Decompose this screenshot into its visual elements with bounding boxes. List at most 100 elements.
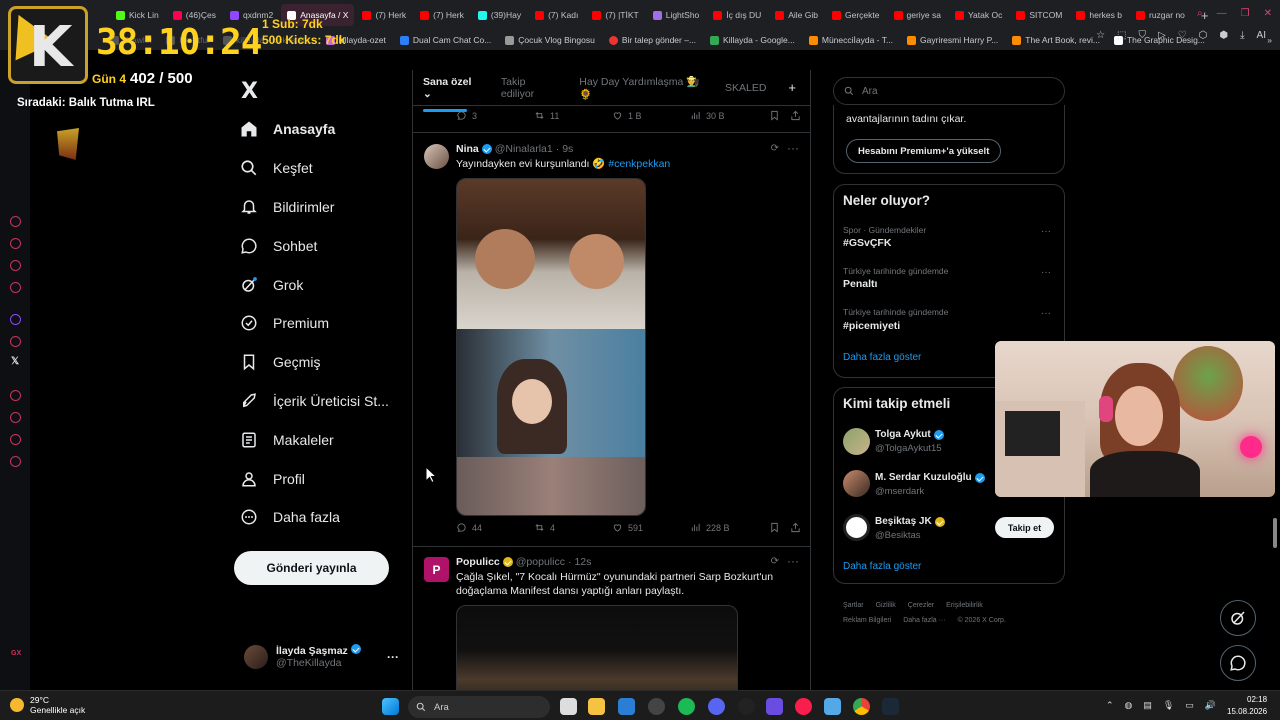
x-sidebar-icon[interactable]: 𝕏 <box>11 356 19 367</box>
browser-tab[interactable]: herkes b <box>1070 4 1128 26</box>
tray-app-icon[interactable]: ▤ <box>1143 700 1152 711</box>
sidebar-icon[interactable] <box>10 336 21 347</box>
bookmark[interactable]: Bir talep gönder –... <box>608 35 696 45</box>
history-icon[interactable] <box>10 412 21 423</box>
more-icon[interactable]: ··· <box>787 554 799 568</box>
download-icon[interactable]: ⤓ <box>1240 30 1244 41</box>
upgrade-premium-button[interactable]: Hesabını Premium+'a yükselt <box>846 139 1002 163</box>
shield-icon[interactable]: ⛉ <box>1138 30 1146 41</box>
tweet-video[interactable] <box>456 178 646 516</box>
footer-link[interactable]: Çerezler <box>908 602 934 609</box>
views-button[interactable]: 30 B <box>690 110 760 121</box>
avatar[interactable] <box>843 470 870 497</box>
grok-explain-icon[interactable]: ⟳ <box>771 556 779 567</box>
nav-articles[interactable]: Makaleler <box>240 420 389 459</box>
grok-button[interactable] <box>1220 600 1256 636</box>
taskbar-clock[interactable]: 02:18 15.08.2026 <box>1227 694 1267 718</box>
tweet[interactable]: P Populicc @populicc · 12s ⟳ ··· Çağla Ş… <box>413 546 810 690</box>
browser-tab[interactable]: (7) Herk <box>414 4 470 26</box>
search-tabs-icon[interactable]: ⌕ <box>1197 8 1203 19</box>
maximize-icon[interactable]: ❐ <box>1241 8 1250 19</box>
steam-icon[interactable] <box>882 698 899 715</box>
minimize-icon[interactable]: — <box>1217 8 1227 19</box>
tab-list[interactable]: Hay Day Yardımlaşma 👨‍🌾🌻 <box>579 75 703 101</box>
footer-link[interactable]: Erişilebilirlik <box>946 602 983 609</box>
mail-icon[interactable] <box>618 698 635 715</box>
close-icon[interactable]: ✕ <box>1264 8 1272 19</box>
bookmark[interactable]: Çocuk Vlog Bingosu <box>505 35 595 45</box>
more-bookmarks-icon[interactable]: » <box>1267 35 1272 45</box>
reply-button[interactable]: 44 <box>456 522 534 533</box>
share-icon[interactable] <box>790 110 801 121</box>
trend-item[interactable]: Penaltı <box>843 278 877 290</box>
post-button[interactable]: Gönderi yayınla <box>234 551 389 585</box>
bookmark[interactable]: Münecciİayda - T... <box>808 35 893 45</box>
heart-icon[interactable]: ♡ <box>1178 30 1187 41</box>
grok-explain-icon[interactable]: ⟳ <box>771 143 779 154</box>
tweet-author[interactable]: Populicc @populicc · 12s <box>456 556 591 568</box>
settings-icon[interactable] <box>10 456 21 467</box>
messages-button[interactable] <box>1220 645 1256 681</box>
browser-tab[interactable]: İç dış DU <box>707 4 767 26</box>
nav-grok[interactable]: Grok <box>240 265 389 304</box>
like-button[interactable]: 591 <box>612 522 690 533</box>
volume-icon[interactable]: 🔊 <box>1205 700 1216 711</box>
ai-button[interactable]: AI <box>1257 30 1266 41</box>
vpn-icon[interactable]: ⬢ <box>1219 30 1228 41</box>
browser-tab[interactable]: (7) |TİKT <box>586 4 644 26</box>
x-logo[interactable]: X <box>241 79 258 104</box>
share-icon[interactable] <box>790 522 801 533</box>
browser-tab[interactable]: (7) Herk <box>356 4 412 26</box>
nav-profile[interactable]: Profil <box>240 459 389 498</box>
opera-gx-icon[interactable] <box>795 698 812 715</box>
avatar[interactable] <box>424 144 449 169</box>
tab-list[interactable]: SKALED <box>725 82 766 94</box>
browser-tab[interactable]: Yatak Oc <box>949 4 1008 26</box>
bookmark[interactable]: The Art Book, revi... <box>1012 35 1100 45</box>
footer-link[interactable]: Reklam Bilgileri <box>843 617 891 624</box>
bookmark-icon[interactable] <box>769 110 780 121</box>
sidebar-icon[interactable] <box>10 282 21 293</box>
follow-button[interactable]: Takip et <box>995 517 1054 538</box>
tab-for-you[interactable]: Sana özel ⌄ <box>423 76 479 112</box>
microphone-icon[interactable]: 🎙 <box>1163 700 1174 711</box>
app-icon[interactable] <box>738 698 755 715</box>
bookmark-star-icon[interactable]: ☆ <box>1096 30 1105 41</box>
browser-tab[interactable]: SITCOM <box>1010 4 1068 26</box>
sidebar-icon[interactable] <box>10 434 21 445</box>
suggested-user-name[interactable]: M. Serdar Kuzuloğlu <box>875 472 985 483</box>
page-scrollbar[interactable] <box>1272 52 1278 688</box>
tray-app-icon[interactable]: ◍ <box>1125 700 1133 711</box>
nav-bookmarks[interactable]: Geçmiş <box>240 343 389 382</box>
app-icon[interactable] <box>648 698 665 715</box>
display-icon[interactable]: ▭ <box>1185 700 1194 711</box>
weather-widget[interactable]: 29°C Genellikle açık <box>10 695 85 715</box>
search-input[interactable]: Ara <box>833 77 1065 105</box>
views-button[interactable]: 228 B <box>690 522 760 533</box>
avatar[interactable] <box>843 428 870 455</box>
tray-expand-icon[interactable]: ⌃ <box>1106 700 1114 711</box>
suggested-user-name[interactable]: Beşiktaş JK <box>875 516 945 527</box>
footer-link[interactable]: Şartlar <box>843 602 864 609</box>
browser-tab[interactable]: (39)Hay <box>472 4 527 26</box>
trend-more-icon[interactable]: ··· <box>1041 267 1051 278</box>
windows-start-icon[interactable] <box>382 698 399 715</box>
nav-creator-studio[interactable]: İçerik Üreticisi St... <box>240 382 389 421</box>
avatar[interactable] <box>843 514 870 541</box>
bookmark[interactable]: Killayda - Google... <box>710 35 795 45</box>
twitch-icon[interactable] <box>10 314 21 325</box>
nav-notifications[interactable]: Bildirimler <box>240 188 389 227</box>
reply-button[interactable]: 3 <box>456 110 534 121</box>
nav-home[interactable]: Anasayfa <box>240 110 389 149</box>
footer-link[interactable]: Daha fazla ··· <box>903 617 945 624</box>
sidebar-icon[interactable] <box>10 216 21 227</box>
browser-tab[interactable]: geriye sa <box>888 4 948 26</box>
repost-button[interactable]: 4 <box>534 522 612 533</box>
who-show-more-link[interactable]: Daha fazla göster <box>843 561 921 572</box>
tweet[interactable]: Nina @Ninalarla1 · 9s ⟳ ··· Yayındayken … <box>413 132 810 546</box>
bookmark-icon[interactable] <box>769 522 780 533</box>
like-button[interactable]: 1 B <box>612 110 690 121</box>
hashtag-link[interactable]: #cenkpekkan <box>608 158 670 170</box>
browser-tab[interactable]: (7) Kadı <box>529 4 584 26</box>
repost-button[interactable]: 11 <box>534 110 612 121</box>
